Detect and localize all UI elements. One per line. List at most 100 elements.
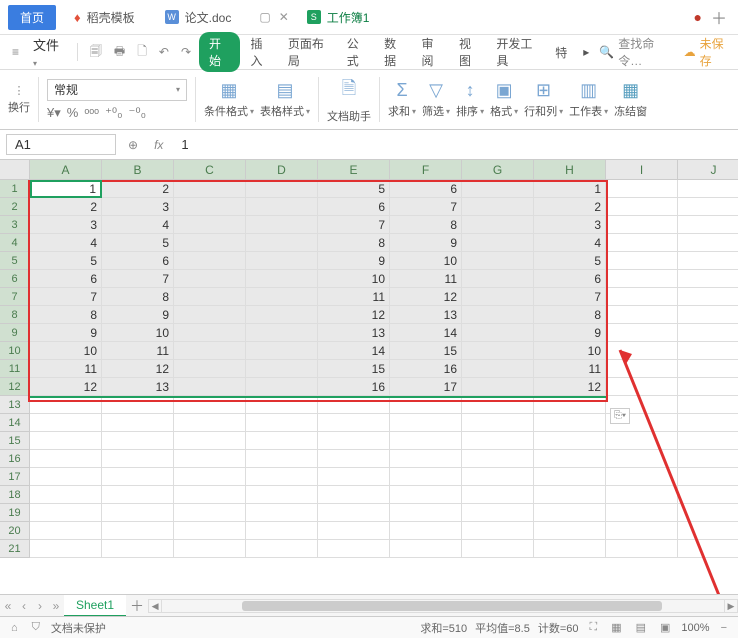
cell[interactable]: 4 bbox=[102, 216, 174, 234]
cell[interactable]: 17 bbox=[390, 378, 462, 396]
cell[interactable] bbox=[174, 378, 246, 396]
cell[interactable] bbox=[318, 486, 390, 504]
cell[interactable] bbox=[102, 396, 174, 414]
row-header-1[interactable]: 1 bbox=[0, 180, 30, 198]
cell[interactable] bbox=[678, 234, 738, 252]
cell[interactable] bbox=[606, 540, 678, 558]
cell[interactable] bbox=[462, 486, 534, 504]
cell[interactable]: 7 bbox=[390, 198, 462, 216]
table-style-button[interactable]: ▤表格样式▾ bbox=[260, 80, 310, 119]
cell[interactable] bbox=[30, 486, 102, 504]
cell[interactable] bbox=[606, 288, 678, 306]
tab-spreadsheet[interactable]: S工作簿1 bbox=[295, 5, 382, 30]
cell[interactable]: 10 bbox=[534, 342, 606, 360]
cell[interactable] bbox=[102, 504, 174, 522]
cell[interactable] bbox=[678, 180, 738, 198]
cell[interactable]: 2 bbox=[102, 180, 174, 198]
cell[interactable]: 11 bbox=[30, 360, 102, 378]
cell[interactable] bbox=[246, 450, 318, 468]
menu-more[interactable]: ▸ bbox=[577, 45, 595, 59]
menu-icon[interactable]: ≡ bbox=[8, 45, 23, 59]
preview-icon[interactable]: 🗋 bbox=[133, 42, 151, 63]
cell[interactable] bbox=[462, 342, 534, 360]
worksheet-button[interactable]: ▥工作表▾ bbox=[569, 80, 608, 119]
row-header-16[interactable]: 16 bbox=[0, 450, 30, 468]
cell[interactable] bbox=[534, 396, 606, 414]
cell[interactable] bbox=[246, 432, 318, 450]
cell[interactable]: 8 bbox=[390, 216, 462, 234]
cell[interactable]: 1 bbox=[534, 180, 606, 198]
cell[interactable] bbox=[462, 234, 534, 252]
row-header-2[interactable]: 2 bbox=[0, 198, 30, 216]
cell[interactable] bbox=[174, 234, 246, 252]
cell-area[interactable]: 1256123672347834589456910567101167811127… bbox=[30, 180, 738, 558]
cell[interactable] bbox=[462, 270, 534, 288]
cell[interactable] bbox=[246, 522, 318, 540]
cell[interactable] bbox=[606, 360, 678, 378]
cell[interactable] bbox=[246, 288, 318, 306]
cell[interactable] bbox=[174, 216, 246, 234]
cell[interactable]: 14 bbox=[390, 324, 462, 342]
cell[interactable]: 9 bbox=[390, 234, 462, 252]
cell[interactable]: 5 bbox=[30, 252, 102, 270]
wrap-group[interactable]: ⋮换行 bbox=[8, 84, 30, 115]
cell[interactable] bbox=[246, 252, 318, 270]
cell[interactable] bbox=[678, 522, 738, 540]
row-header-12[interactable]: 12 bbox=[0, 378, 30, 396]
cell[interactable] bbox=[174, 450, 246, 468]
cell[interactable] bbox=[462, 306, 534, 324]
cell[interactable] bbox=[246, 504, 318, 522]
row-header-14[interactable]: 14 bbox=[0, 414, 30, 432]
cell[interactable] bbox=[606, 270, 678, 288]
record-icon[interactable]: ⌂ bbox=[8, 622, 21, 634]
cell[interactable]: 11 bbox=[390, 270, 462, 288]
cell[interactable]: 16 bbox=[390, 360, 462, 378]
cell[interactable] bbox=[318, 522, 390, 540]
cell[interactable] bbox=[174, 306, 246, 324]
cell[interactable] bbox=[246, 486, 318, 504]
cell[interactable]: 16 bbox=[318, 378, 390, 396]
menu-layout[interactable]: 页面布局 bbox=[282, 35, 337, 69]
row-header-4[interactable]: 4 bbox=[0, 234, 30, 252]
cell[interactable] bbox=[462, 432, 534, 450]
cell[interactable] bbox=[102, 522, 174, 540]
cell[interactable] bbox=[678, 306, 738, 324]
cell[interactable] bbox=[678, 360, 738, 378]
cell[interactable] bbox=[246, 540, 318, 558]
cell[interactable] bbox=[246, 360, 318, 378]
cell[interactable] bbox=[318, 396, 390, 414]
cell[interactable] bbox=[246, 396, 318, 414]
cell[interactable] bbox=[462, 324, 534, 342]
cell[interactable]: 9 bbox=[30, 324, 102, 342]
cell[interactable] bbox=[174, 198, 246, 216]
col-header-I[interactable]: I bbox=[606, 160, 678, 180]
row-header-3[interactable]: 3 bbox=[0, 216, 30, 234]
col-header-G[interactable]: G bbox=[462, 160, 534, 180]
cell[interactable] bbox=[102, 468, 174, 486]
cell[interactable] bbox=[318, 432, 390, 450]
cell[interactable] bbox=[390, 540, 462, 558]
row-header-10[interactable]: 10 bbox=[0, 342, 30, 360]
cell[interactable] bbox=[246, 324, 318, 342]
cell[interactable] bbox=[534, 522, 606, 540]
cell[interactable]: 13 bbox=[318, 324, 390, 342]
cell[interactable] bbox=[174, 324, 246, 342]
cell[interactable] bbox=[174, 414, 246, 432]
cell[interactable]: 10 bbox=[30, 342, 102, 360]
cell[interactable]: 4 bbox=[534, 234, 606, 252]
menu-special[interactable]: 特 bbox=[549, 44, 573, 61]
cell[interactable]: 6 bbox=[318, 198, 390, 216]
cell[interactable] bbox=[102, 432, 174, 450]
cell[interactable] bbox=[174, 522, 246, 540]
row-header-18[interactable]: 18 bbox=[0, 486, 30, 504]
row-header-20[interactable]: 20 bbox=[0, 522, 30, 540]
cell[interactable] bbox=[174, 486, 246, 504]
search-command[interactable]: 🔍查找命令… bbox=[599, 35, 669, 69]
cell[interactable]: 15 bbox=[318, 360, 390, 378]
col-header-A[interactable]: A bbox=[30, 160, 102, 180]
cell[interactable] bbox=[174, 270, 246, 288]
cell[interactable] bbox=[606, 234, 678, 252]
cell[interactable] bbox=[390, 504, 462, 522]
undo-icon[interactable]: ↶ bbox=[155, 45, 173, 59]
cell[interactable]: 2 bbox=[534, 198, 606, 216]
